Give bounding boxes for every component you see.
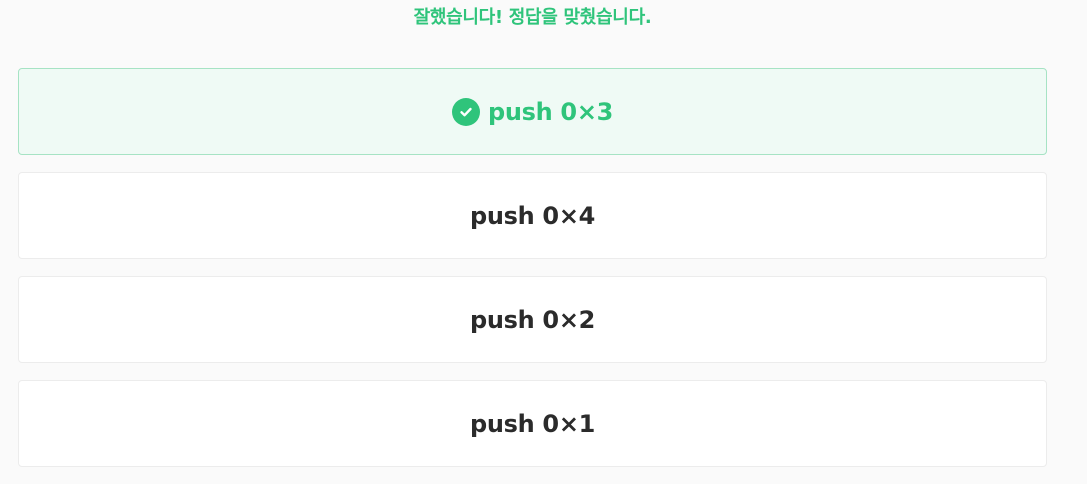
answer-option[interactable]: push 0×2 xyxy=(18,276,1047,363)
check-circle-icon xyxy=(451,97,480,126)
answer-option[interactable]: push 0×4 xyxy=(18,172,1047,259)
feedback-message: 잘했습니다! 정답을 맞췄습니다. xyxy=(413,7,652,28)
answer-option-correct[interactable]: push 0×3 xyxy=(18,68,1047,155)
answer-option-label: push 0×3 xyxy=(487,97,614,126)
answer-option-label: push 0×2 xyxy=(469,305,596,334)
answer-options: push 0×3 push 0×4 push 0×2 push 0×1 xyxy=(18,68,1047,484)
answer-option[interactable]: push 0×1 xyxy=(18,380,1047,467)
answer-option-label: push 0×1 xyxy=(469,409,596,438)
answer-option-label: push 0×4 xyxy=(469,201,596,230)
